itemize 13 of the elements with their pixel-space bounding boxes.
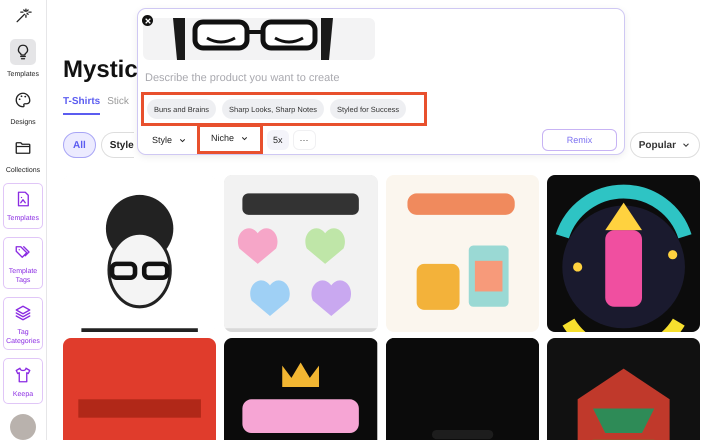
tab[interactable]: T-Shirts [63, 96, 100, 115]
count-button[interactable]: 5x [267, 130, 289, 150]
close-icon [144, 16, 152, 24]
filter-chip[interactable]: All [63, 132, 96, 158]
filter-chip[interactable]: Style [100, 132, 134, 158]
close-button[interactable] [142, 15, 153, 26]
layers-icon [14, 304, 32, 322]
sort-dropdown[interactable]: Popular [630, 132, 700, 158]
palette-icon [14, 90, 32, 109]
more-button[interactable]: ··· [292, 130, 316, 150]
remix-button[interactable]: Remix [542, 129, 617, 151]
page-title: Mystic [63, 56, 138, 84]
shirt-icon [14, 366, 32, 384]
